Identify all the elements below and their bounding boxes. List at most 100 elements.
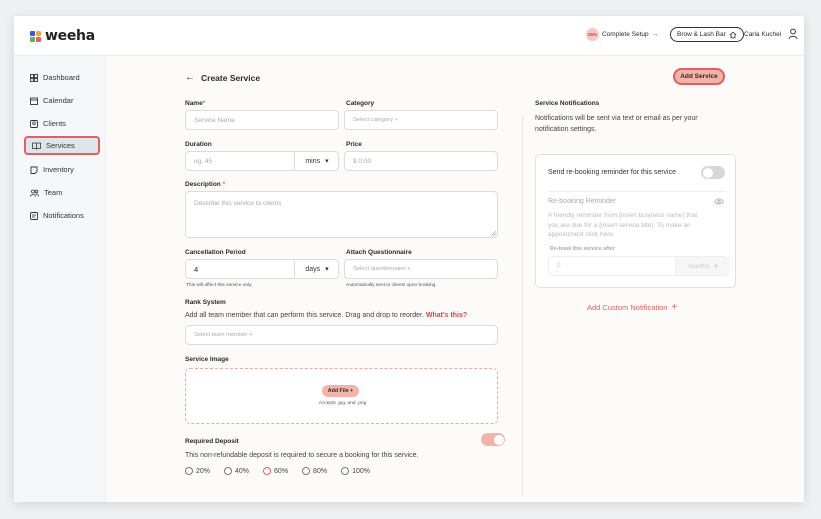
team-member-select[interactable]: Select team member + [185, 325, 498, 345]
price-input[interactable]: $ 0.00 [344, 151, 498, 171]
deposit-option-40[interactable]: 40% [224, 467, 249, 475]
category-select[interactable]: Select category + [344, 110, 498, 130]
rebook-after-value: 0 [557, 262, 561, 269]
add-file-button[interactable]: Add File + [322, 385, 359, 397]
setup-label: Complete Setup [602, 31, 649, 38]
radio-icon [224, 467, 233, 475]
studio-selector-button[interactable]: Brow & Lash Bar [670, 27, 744, 42]
rank-system-label: Rank System [185, 299, 226, 306]
deposit-description: This non-refundable deposit is required … [185, 452, 419, 459]
rebook-after-input[interactable]: 0 months ▾ [548, 256, 730, 276]
deposit-option-100[interactable]: 100% [341, 467, 370, 475]
duration-unit-select[interactable]: mins ▾ [294, 151, 339, 171]
radio-selected-icon [263, 467, 272, 475]
arrow-right-icon: → [651, 31, 659, 38]
questionnaire-label: Attach Questionnaire [346, 249, 412, 256]
page-title: Create Service [201, 72, 261, 83]
sidebar-item-services[interactable]: Services [24, 136, 100, 155]
dashboard-icon [30, 73, 38, 82]
radio-icon [302, 467, 311, 475]
back-arrow-icon[interactable]: ← [185, 72, 195, 83]
rebook-after-label: Re-book this service after [550, 246, 615, 252]
main-content: ← Create Service Add Service Name* Servi… [106, 56, 804, 502]
home-icon [729, 31, 737, 38]
cancellation-label: Cancellation Period [185, 249, 246, 256]
deposit-option-60[interactable]: 60% [263, 467, 288, 475]
cancellation-unit-select[interactable]: days ▾ [294, 259, 339, 279]
brand-logo[interactable]: weeha [30, 28, 95, 44]
chevron-down-icon: ▾ [325, 158, 329, 165]
deposit-options: 20% 40% 60% 80% 100% [185, 467, 370, 475]
whats-this-link[interactable]: What's this? [426, 312, 467, 319]
chevron-down-icon: ▾ [714, 263, 718, 270]
inventory-icon [30, 166, 38, 174]
add-custom-notification-label: Add Custom Notification [587, 303, 668, 312]
sidebar: Dashboard Calendar Clients Services Inve… [14, 56, 106, 502]
questionnaire-select[interactable]: Select questionnaire + [344, 259, 498, 279]
service-image-label: Service Image [185, 356, 229, 363]
cancellation-hint: This will affect this service only. [186, 283, 253, 288]
price-label: Price [346, 141, 362, 148]
name-label: Name* [185, 100, 206, 107]
clients-icon [30, 119, 38, 128]
reminder-title: Re-booking Reminder [548, 198, 617, 205]
sidebar-item-label: Services [46, 141, 75, 150]
sidebar-item-label: Clients [43, 119, 66, 128]
logo-mark-icon [30, 30, 41, 42]
card-divider [548, 191, 726, 192]
rebooking-toggle-label: Send re-booking reminder for this servic… [548, 169, 677, 176]
rebooking-toggle[interactable] [701, 166, 725, 179]
description-textarea[interactable]: Describe this service to clients [185, 191, 498, 238]
deposit-option-80[interactable]: 80% [302, 467, 327, 475]
chevron-down-icon: ▾ [325, 266, 329, 273]
user-name[interactable]: Carla Kuchel [744, 31, 781, 38]
sidebar-item-calendar[interactable]: Calendar [24, 91, 100, 110]
calendar-icon [30, 97, 38, 105]
deposit-toggle[interactable] [481, 433, 505, 446]
rebooking-reminder-card: Send re-booking reminder for this servic… [535, 154, 736, 288]
app-window: weeha 25% Complete Setup → Brow & Lash B… [14, 16, 804, 502]
sidebar-item-label: Team [44, 188, 63, 197]
team-icon [30, 189, 39, 197]
service-notifications-title: Service Notifications [535, 100, 600, 107]
eye-icon[interactable] [714, 198, 724, 205]
image-dropzone[interactable]: Add File + Accepts .jpg, and .png [185, 368, 498, 424]
questionnaire-hint: Automatically sent to clients upon booki… [346, 283, 437, 288]
complete-setup-link[interactable]: 25% Complete Setup → [586, 28, 658, 41]
deposit-option-20[interactable]: 20% [185, 467, 210, 475]
sidebar-item-clients[interactable]: Clients [24, 114, 100, 133]
sidebar-item-dashboard[interactable]: Dashboard [24, 68, 100, 87]
page-header: ← Create Service [185, 72, 260, 83]
description-label: Description * [185, 181, 226, 188]
reminder-message: A friendly reminder from {insert busines… [548, 212, 698, 238]
rebook-unit-select[interactable]: months ▾ [675, 257, 730, 275]
service-notifications-description: Notifications will be sent via text or e… [535, 115, 698, 133]
notifications-icon [30, 211, 38, 220]
duration-label: Duration [185, 141, 212, 148]
radio-icon [185, 467, 193, 475]
studio-label: Brow & Lash Bar [677, 31, 726, 38]
sidebar-item-team[interactable]: Team [24, 183, 100, 202]
image-format-hint: Accepts .jpg, and .png [318, 401, 367, 406]
add-custom-notification-link[interactable]: Add Custom Notification + [587, 302, 677, 313]
radio-icon [341, 467, 350, 475]
service-name-input[interactable]: Service Name [185, 110, 339, 130]
sidebar-item-label: Dashboard [43, 73, 80, 82]
sidebar-item-label: Inventory [43, 165, 74, 174]
sidebar-item-label: Calendar [43, 96, 74, 105]
user-icon[interactable] [788, 28, 798, 40]
top-bar: weeha 25% Complete Setup → Brow & Lash B… [14, 16, 804, 56]
sidebar-item-notifications[interactable]: Notifications [24, 206, 100, 225]
cancellation-unit-value: days [305, 265, 321, 273]
add-service-button[interactable]: Add Service [673, 68, 725, 85]
services-icon [32, 142, 41, 150]
plus-icon: + [671, 302, 678, 313]
column-divider [522, 116, 523, 496]
setup-progress-badge: 25% [586, 28, 599, 41]
sidebar-item-label: Notifications [43, 211, 84, 220]
sidebar-item-inventory[interactable]: Inventory [24, 160, 100, 179]
brand-name: weeha [45, 28, 95, 44]
rank-system-description: Add all team member that can perform thi… [185, 312, 468, 319]
duration-unit-value: mins [305, 157, 321, 165]
resize-handle-icon[interactable] [491, 231, 496, 236]
